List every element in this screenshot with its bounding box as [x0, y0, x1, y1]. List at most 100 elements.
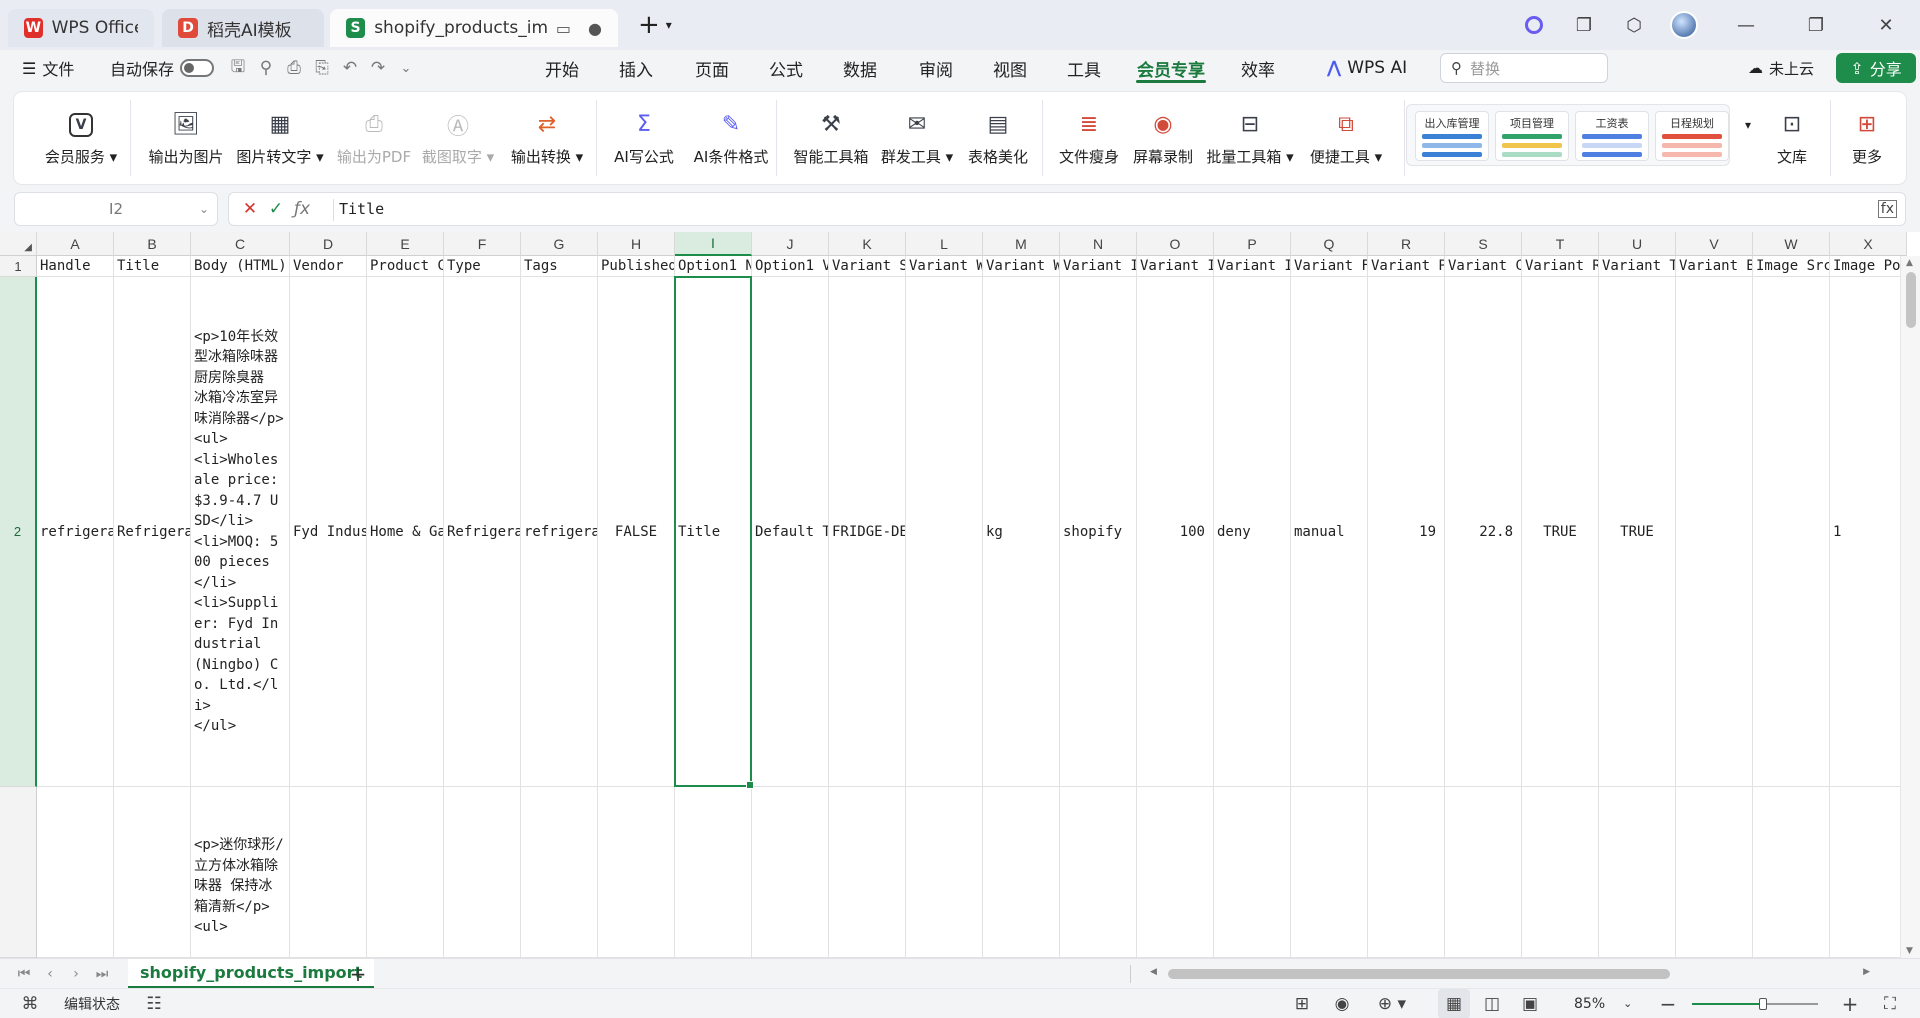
- image-to-text-button[interactable]: ▦ 图片转文字 ▾: [236, 92, 324, 184]
- template-inventory[interactable]: 出入库管理: [1415, 111, 1489, 161]
- scroll-down-icon[interactable]: ▼: [1906, 946, 1913, 956]
- last-sheet-icon[interactable]: ⏭: [90, 959, 114, 989]
- tab-start[interactable]: 开始: [534, 50, 590, 86]
- table-cell[interactable]: kg: [983, 277, 1060, 787]
- table-cell[interactable]: [906, 277, 983, 787]
- freeze-panes-icon[interactable]: ⊕ ▾: [1372, 989, 1412, 1018]
- header-cell[interactable]: Variant R: [1522, 256, 1599, 277]
- column-header-h[interactable]: H: [598, 232, 675, 256]
- tab-formula[interactable]: 公式: [758, 50, 814, 86]
- table-cell[interactable]: 1: [1830, 277, 1907, 787]
- eye-protection-icon[interactable]: ◉: [1328, 989, 1356, 1018]
- table-cell[interactable]: shopify: [1060, 277, 1137, 787]
- save-icon[interactable]: 🖫: [224, 54, 252, 83]
- handy-tools-button[interactable]: ⧉ 便捷工具 ▾: [1304, 92, 1388, 184]
- smart-toolbox-button[interactable]: ⚒ 智能工具箱: [790, 92, 872, 184]
- table-cell[interactable]: [521, 787, 598, 958]
- column-header-c[interactable]: C: [191, 232, 290, 256]
- table-cell[interactable]: [1522, 787, 1599, 958]
- header-cell[interactable]: Published: [598, 256, 675, 277]
- header-cell[interactable]: Variant W: [906, 256, 983, 277]
- fullscreen-icon[interactable]: ⛶: [1878, 989, 1902, 1018]
- tab-insert[interactable]: 插入: [608, 50, 664, 86]
- chevron-down-icon[interactable]: ⌄: [199, 202, 209, 216]
- autosave-toggle[interactable]: 自动保存: [110, 56, 215, 80]
- new-tab-button[interactable]: + ▾: [638, 10, 672, 40]
- tab-page[interactable]: 页面: [684, 50, 740, 86]
- header-cell[interactable]: Variant P: [1368, 256, 1445, 277]
- search-input[interactable]: ⚲ 替换: [1440, 53, 1608, 83]
- print-icon[interactable]: ⎙: [280, 58, 308, 78]
- close-button[interactable]: ✕: [1866, 5, 1906, 45]
- template-project[interactable]: 项目管理: [1495, 111, 1569, 161]
- header-cell[interactable]: Image Src: [1753, 256, 1830, 277]
- column-header-m[interactable]: M: [983, 232, 1060, 256]
- vertical-scrollbar[interactable]: ▲ ▼: [1900, 256, 1920, 958]
- page-break-icon[interactable]: ▣: [1516, 989, 1544, 1018]
- screenshot-text-button[interactable]: Ⓐ 截图取字 ▾: [420, 92, 496, 184]
- member-service-button[interactable]: V 会员服务 ▾: [42, 92, 120, 184]
- template-schedule[interactable]: 日程规划: [1655, 111, 1729, 161]
- header-cell[interactable]: Vendor: [290, 256, 367, 277]
- function-icon[interactable]: ƒx: [289, 199, 315, 219]
- zoom-out-button[interactable]: −: [1656, 989, 1680, 1018]
- table-cell[interactable]: 22.8: [1445, 277, 1522, 787]
- more-apps-button[interactable]: ⊞ 更多: [1832, 92, 1902, 184]
- header-cell[interactable]: Variant C: [1445, 256, 1522, 277]
- screen-record-button[interactable]: ◉ 屏幕录制: [1128, 92, 1198, 184]
- first-sheet-icon[interactable]: ⏮: [12, 959, 36, 989]
- zoom-selector[interactable]: 85% ⌄: [1574, 996, 1632, 1012]
- minimize-button[interactable]: —: [1726, 5, 1766, 45]
- table-cell[interactable]: [1137, 787, 1214, 958]
- zoom-slider[interactable]: [1692, 998, 1818, 1010]
- header-cell[interactable]: Type: [444, 256, 521, 277]
- table-cell[interactable]: [37, 787, 114, 958]
- table-cell[interactable]: [1753, 787, 1830, 958]
- file-slim-button[interactable]: ≣ 文件瘦身: [1054, 92, 1124, 184]
- template-payroll[interactable]: 工资表: [1575, 111, 1649, 161]
- normal-view-icon[interactable]: ⊞: [1288, 989, 1316, 1018]
- table-cell[interactable]: Title: [675, 277, 752, 787]
- column-header-x[interactable]: X: [1830, 232, 1907, 256]
- tab-efficiency[interactable]: 效率: [1230, 50, 1286, 86]
- column-header-n[interactable]: N: [1060, 232, 1137, 256]
- table-cell[interactable]: [1291, 787, 1368, 958]
- tab-wps-ai[interactable]: ⋀ WPS AI: [1312, 50, 1422, 86]
- vertical-scroll-thumb[interactable]: [1906, 272, 1916, 328]
- tab-member-exclusive[interactable]: 会员专享: [1130, 50, 1212, 86]
- table-cell[interactable]: 100: [1137, 277, 1214, 787]
- column-header-k[interactable]: K: [829, 232, 906, 256]
- table-cell[interactable]: [906, 787, 983, 958]
- tab-tools[interactable]: 工具: [1056, 50, 1112, 86]
- confirm-icon[interactable]: ✓: [263, 199, 289, 219]
- grid-view-icon[interactable]: ▦: [1438, 989, 1470, 1018]
- page-layout-icon[interactable]: ◫: [1478, 989, 1506, 1018]
- undo-icon[interactable]: ↶: [336, 58, 364, 78]
- batch-toolbox-button[interactable]: ⊟ 批量工具箱 ▾: [1206, 92, 1294, 184]
- table-cell[interactable]: Fyd Indus: [290, 277, 367, 787]
- column-header-l[interactable]: L: [906, 232, 983, 256]
- table-cell[interactable]: FALSE: [598, 277, 675, 787]
- column-header-r[interactable]: R: [1368, 232, 1445, 256]
- table-cell[interactable]: Default T: [752, 277, 829, 787]
- table-cell[interactable]: refrigera: [37, 277, 114, 787]
- chevron-down-icon[interactable]: ⌄: [392, 61, 420, 76]
- mass-mail-button[interactable]: ✉ 群发工具 ▾: [878, 92, 956, 184]
- share-button[interactable]: ⇪ 分享: [1836, 53, 1916, 83]
- table-cell[interactable]: TRUE: [1599, 277, 1676, 787]
- table-cell[interactable]: [983, 787, 1060, 958]
- toggle-switch[interactable]: [180, 59, 215, 77]
- ai-conditional-format-button[interactable]: ✎ AI条件格式: [688, 92, 774, 184]
- restore-button[interactable]: ❐: [1796, 5, 1836, 45]
- table-cell[interactable]: Home & Ga: [367, 277, 444, 787]
- column-header-i[interactable]: I: [675, 232, 752, 256]
- table-cell[interactable]: 19: [1368, 277, 1445, 787]
- table-cell[interactable]: manual: [1291, 277, 1368, 787]
- print-preview-icon[interactable]: ⎘: [308, 58, 336, 78]
- table-beautify-button[interactable]: ▤ 表格美化: [964, 92, 1032, 184]
- table-cell[interactable]: FRIDGE-DEO-001: [829, 277, 906, 787]
- name-box[interactable]: I2 ⌄: [14, 192, 218, 226]
- table-cell[interactable]: [1368, 787, 1445, 958]
- header-cell[interactable]: Variant W: [983, 256, 1060, 277]
- unsaved-dot-icon[interactable]: ●: [588, 19, 602, 38]
